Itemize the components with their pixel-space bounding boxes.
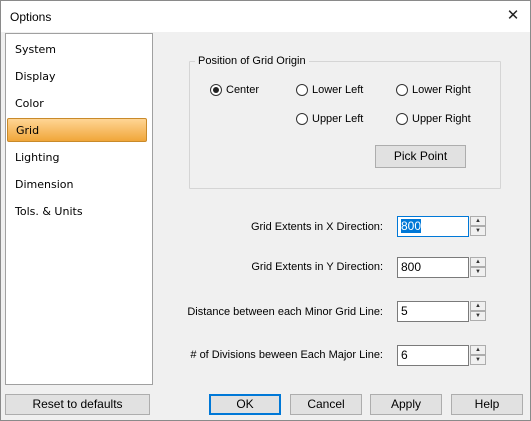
spin-up-icon[interactable]: ▲ [470,301,486,311]
major-divisions-input[interactable]: 6 [397,345,469,366]
radio-unselected-icon [296,113,308,125]
major-divisions-label: # of Divisions beween Each Major Line: [190,349,383,361]
radio-upper-right[interactable]: Upper Right [396,113,471,125]
sidebar-item-dimension[interactable]: Dimension [7,173,147,197]
radio-lower-right-label: Lower Right [412,84,471,96]
x-extent-label: Grid Extents in X Direction: [250,221,383,233]
radio-center[interactable]: Center [210,84,259,96]
radio-unselected-icon [396,84,408,96]
sidebar-item-lighting[interactable]: Lighting [7,146,147,170]
y-extent-label: Grid Extents in Y Direction: [251,261,383,273]
minor-grid-input[interactable]: 5 [397,301,469,322]
radio-lower-left-label: Lower Left [312,84,364,96]
close-icon[interactable]: ✕ [504,7,522,25]
sidebar-item-grid[interactable]: Grid [7,118,147,142]
pick-point-button[interactable]: Pick Point [375,145,466,168]
radio-upper-left-label: Upper Left [312,113,364,125]
options-category-list[interactable]: System Display Color Grid Lighting Dimen… [5,33,153,385]
sidebar-item-color[interactable]: Color [7,92,147,116]
spin-down-icon[interactable]: ▼ [470,311,486,321]
spin-down-icon[interactable]: ▼ [470,226,486,236]
radio-selected-icon [210,84,222,96]
spin-up-icon[interactable]: ▲ [470,216,486,226]
radio-center-label: Center [226,84,260,96]
title-bar[interactable]: Options ✕ [1,1,530,32]
radio-lower-right[interactable]: Lower Right [396,84,471,96]
y-extent-input[interactable]: 800 [397,257,469,278]
help-button[interactable]: Help [451,394,523,415]
radio-lower-left[interactable]: Lower Left [296,84,363,96]
radio-upper-right-label: Upper Right [412,113,471,125]
cancel-button[interactable]: Cancel [290,394,362,415]
radio-unselected-icon [396,113,408,125]
sidebar-item-tols-units[interactable]: Tols. & Units [7,200,147,224]
ok-button[interactable]: OK [209,394,281,415]
radio-upper-left[interactable]: Upper Left [296,113,363,125]
minor-grid-label: Distance between each Minor Grid Line: [187,306,383,318]
reset-defaults-button[interactable]: Reset to defaults [5,394,150,415]
x-extent-input[interactable]: 800 [397,216,469,237]
spin-up-icon[interactable]: ▲ [470,345,486,355]
dialog-title: Options [10,10,52,24]
y-extent-spinner[interactable]: ▲ ▼ [470,257,486,278]
grid-origin-group [189,61,501,189]
x-extent-spinner[interactable]: ▲ ▼ [470,216,486,237]
spin-down-icon[interactable]: ▼ [470,267,486,277]
apply-button[interactable]: Apply [370,394,442,415]
major-divisions-spinner[interactable]: ▲ ▼ [470,345,486,366]
spin-down-icon[interactable]: ▼ [470,355,486,365]
sidebar-item-system[interactable]: System [7,38,147,62]
grid-origin-group-label: Position of Grid Origin [195,55,309,67]
options-dialog: Options ✕ System Display Color Grid Ligh… [0,0,531,421]
spin-up-icon[interactable]: ▲ [470,257,486,267]
radio-unselected-icon [296,84,308,96]
sidebar-item-display[interactable]: Display [7,65,147,89]
minor-grid-spinner[interactable]: ▲ ▼ [470,301,486,322]
